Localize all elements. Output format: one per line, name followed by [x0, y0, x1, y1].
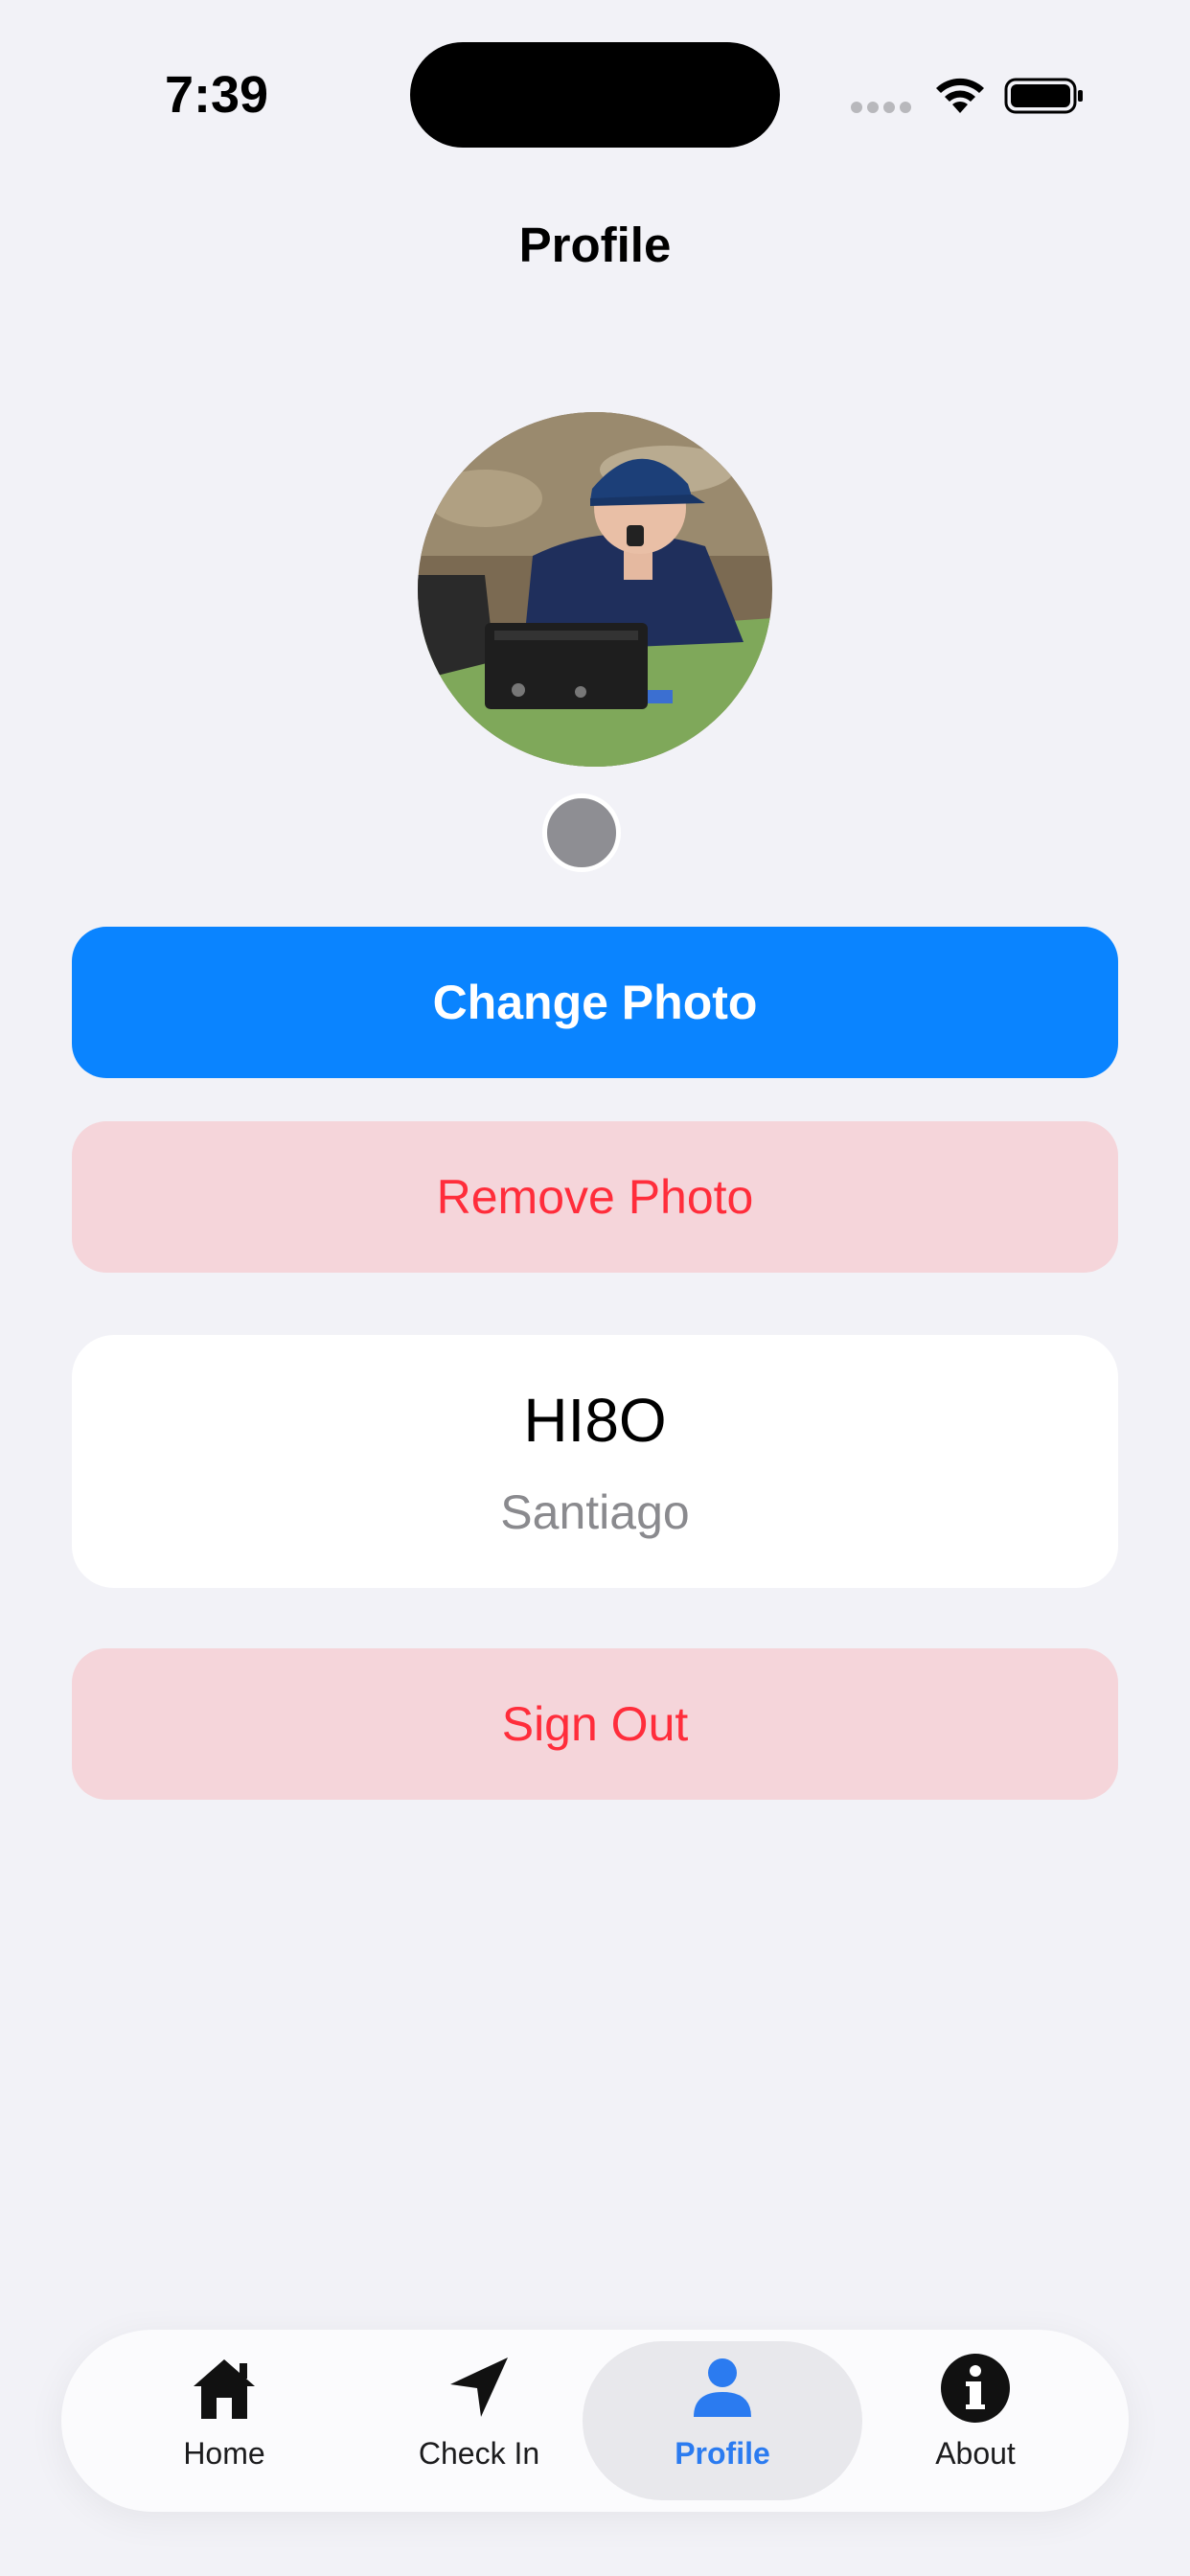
- tab-home-label: Home: [183, 2436, 265, 2471]
- remove-photo-button[interactable]: Remove Photo: [72, 1121, 1118, 1273]
- wifi-icon: [936, 78, 984, 113]
- info-icon: [941, 2354, 1010, 2423]
- user-info-card: HI8O Santiago: [72, 1335, 1118, 1588]
- cellular-signal-icon: [851, 102, 912, 113]
- page-title: Profile: [518, 218, 672, 272]
- sign-out-button[interactable]: Sign Out: [72, 1648, 1118, 1800]
- person-icon: [694, 2358, 751, 2417]
- location-arrow-icon: [450, 2358, 508, 2417]
- profile-photo: [418, 412, 772, 767]
- tab-profile-label: Profile: [675, 2436, 770, 2471]
- change-photo-button[interactable]: Change Photo: [72, 927, 1118, 1078]
- tab-check-in-label: Check In: [418, 2436, 540, 2471]
- tab-about[interactable]: About: [835, 2341, 1115, 2500]
- profile-avatar: [418, 412, 772, 767]
- tab-check-in[interactable]: Check In: [339, 2341, 619, 2500]
- tab-profile[interactable]: Profile: [583, 2341, 862, 2500]
- tab-about-label: About: [935, 2436, 1016, 2471]
- city: Santiago: [500, 1485, 690, 1539]
- status-time: 7:39: [165, 66, 269, 124]
- photo-upload-indicator: [542, 794, 621, 872]
- callsign: HI8O: [523, 1386, 667, 1455]
- tab-bar: Home Check In Profile About: [61, 2330, 1129, 2512]
- house-icon: [194, 2359, 255, 2419]
- dynamic-island: [410, 42, 780, 148]
- tab-home[interactable]: Home: [84, 2341, 364, 2500]
- battery-icon: [1004, 78, 1083, 114]
